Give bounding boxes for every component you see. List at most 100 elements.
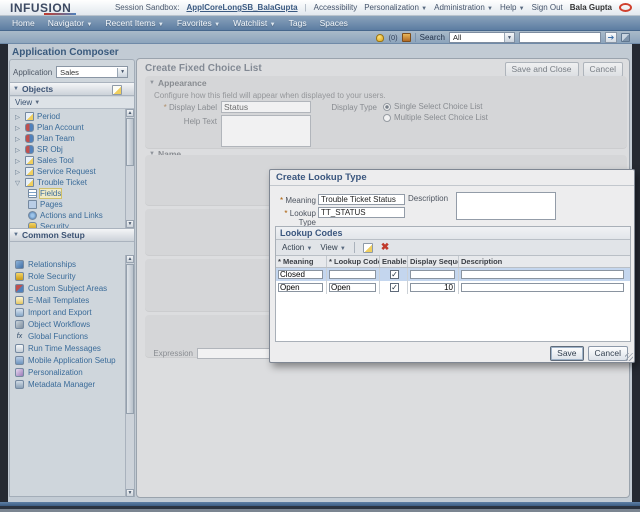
objects-section-header[interactable]: ▼ Objects: [10, 82, 134, 96]
column-header-display-sequence[interactable]: Display Sequence: [408, 256, 459, 267]
meaning-cell-input[interactable]: [278, 270, 323, 279]
action-menu[interactable]: Action ▼: [282, 243, 312, 252]
save-button[interactable]: Save: [550, 346, 583, 361]
scroll-down-icon[interactable]: ▼: [126, 220, 134, 228]
tree-item-plan-account[interactable]: ▷Plan Account: [10, 122, 122, 133]
calendar-icon[interactable]: [402, 33, 411, 42]
display-sequence-cell-input[interactable]: [410, 283, 455, 292]
lookup-code-cell-input[interactable]: [329, 283, 376, 292]
tree-item-plan-team[interactable]: ▷Plan Team: [10, 133, 122, 144]
radio-multiple-select[interactable]: Multiple Select Choice List: [383, 113, 488, 122]
description-cell-input[interactable]: [461, 270, 624, 279]
cancel-button[interactable]: Cancel: [583, 62, 623, 77]
sidebar-item-object-workflows[interactable]: Object Workflows: [10, 319, 122, 330]
help-menu[interactable]: Help ▼: [500, 3, 525, 12]
column-header-lookup-code[interactable]: * Lookup Code: [327, 256, 380, 267]
nav-favorites[interactable]: Favorites ▼: [177, 18, 220, 28]
sidebar-item-personalization[interactable]: Personalization: [10, 367, 122, 378]
tree-item-sr-obj[interactable]: ▷SR Obj: [10, 144, 122, 155]
collapse-icon[interactable]: ▽: [15, 179, 22, 187]
tree-item-fields[interactable]: Fields: [10, 188, 122, 199]
view-menu[interactable]: View ▼: [320, 243, 345, 252]
resize-grip-icon[interactable]: [625, 353, 633, 361]
tree-item-actions-and-links[interactable]: Actions and Links: [10, 210, 122, 221]
meaning-cell-input[interactable]: [278, 283, 323, 292]
nav-watchlist[interactable]: Watchlist ▼: [233, 18, 276, 28]
scroll-up-icon[interactable]: ▲: [126, 109, 134, 117]
display-sequence-cell-input[interactable]: [410, 270, 455, 279]
tree-item-period[interactable]: ▷Period: [10, 111, 122, 122]
expand-icon[interactable]: ▷: [15, 135, 22, 143]
table-row-closed[interactable]: ✓: [276, 268, 630, 281]
delete-row-icon[interactable]: ✖: [381, 243, 389, 253]
sidebar-item-import-export[interactable]: Import and Export: [10, 307, 122, 318]
radio-single-select[interactable]: Single Select Choice List: [383, 102, 483, 111]
nav-navigator[interactable]: Navigator ▼: [48, 18, 93, 28]
sidebar-item-global-functions[interactable]: fxGlobal Functions: [10, 331, 122, 342]
lookup-type-input[interactable]: [318, 207, 405, 218]
sidebar-item-metadata-manager[interactable]: Metadata Manager: [10, 379, 122, 390]
tree-scrollbar[interactable]: ▲ ▼: [125, 109, 134, 228]
sidebar-item-run-time-messages[interactable]: Run Time Messages: [10, 343, 122, 354]
search-input[interactable]: [519, 32, 601, 43]
appearance-section-header[interactable]: ▼ Appearance: [149, 78, 207, 88]
tree-item-trouble-ticket[interactable]: ▽Trouble Ticket: [10, 177, 122, 188]
sidebar-item-custom-subject-areas[interactable]: Custom Subject Areas: [10, 283, 122, 294]
expand-icon[interactable]: ▷: [15, 168, 22, 176]
enabled-checkbox-checked[interactable]: ✓: [390, 270, 399, 279]
column-header-meaning[interactable]: * Meaning: [276, 256, 327, 267]
lookup-code-cell-input[interactable]: [329, 270, 376, 279]
notifications-bell-icon[interactable]: [376, 34, 384, 42]
personalization-menu[interactable]: Personalization ▼: [364, 3, 427, 12]
table-row-open[interactable]: ✓: [276, 281, 630, 294]
save-and-close-button[interactable]: Save and Close: [505, 62, 579, 77]
tree-view-menu[interactable]: View ▼: [10, 97, 134, 109]
column-header-description[interactable]: Description: [459, 256, 630, 267]
tree-item-sales-tool[interactable]: ▷Sales Tool: [10, 155, 122, 166]
administration-menu[interactable]: Administration ▼: [434, 3, 493, 12]
collapse-icon[interactable]: ▼: [13, 86, 19, 92]
accessibility-link[interactable]: Accessibility: [314, 3, 358, 12]
tree-item-security[interactable]: Security: [10, 221, 122, 228]
nav-recent-items[interactable]: Recent Items ▼: [105, 18, 163, 28]
collapse-icon[interactable]: ▼: [149, 80, 155, 86]
advanced-search-icon[interactable]: [621, 33, 630, 42]
expand-icon[interactable]: ▷: [15, 113, 22, 121]
session-sandbox-link[interactable]: ApplCoreLongSB_BalaGupta: [186, 3, 297, 12]
scrollbar-thumb[interactable]: [126, 264, 134, 414]
common-setup-section-header[interactable]: ▼ Common Setup: [10, 228, 134, 242]
search-scope-select[interactable]: All ▼: [449, 32, 515, 43]
nav-tags[interactable]: Tags: [289, 18, 307, 28]
chevron-down-icon[interactable]: ▼: [117, 68, 127, 77]
expand-icon[interactable]: ▷: [15, 157, 22, 165]
chevron-down-icon[interactable]: ▼: [504, 33, 514, 42]
tree-item-service-request[interactable]: ▷Service Request: [10, 166, 122, 177]
nav-spaces[interactable]: Spaces: [320, 18, 348, 28]
search-go-button[interactable]: ➔: [605, 32, 617, 43]
scrollbar-thumb[interactable]: [126, 118, 134, 166]
cancel-button[interactable]: Cancel: [588, 346, 628, 361]
new-object-icon[interactable]: [112, 85, 122, 95]
meaning-input[interactable]: [318, 194, 405, 205]
description-textarea[interactable]: [456, 192, 556, 220]
column-header-enabled[interactable]: Enabled: [380, 256, 408, 267]
description-cell-input[interactable]: [461, 283, 624, 292]
scroll-up-icon[interactable]: ▲: [126, 255, 134, 263]
nav-home[interactable]: Home: [12, 18, 35, 28]
common-setup-scrollbar[interactable]: ▲ ▼: [125, 255, 134, 497]
sidebar-item-email-templates[interactable]: E-Mail Templates: [10, 295, 122, 306]
add-row-icon[interactable]: [363, 243, 373, 253]
sidebar-item-role-security[interactable]: Role Security: [10, 271, 122, 282]
application-select[interactable]: Sales ▼: [56, 66, 128, 78]
sidebar-item-relationships[interactable]: Relationships: [10, 259, 122, 270]
sidebar-item-mobile-application-setup[interactable]: Mobile Application Setup: [10, 355, 122, 366]
tree-item-pages[interactable]: Pages: [10, 199, 122, 210]
sign-out-link[interactable]: Sign Out: [532, 3, 563, 12]
expand-icon[interactable]: ▷: [15, 146, 22, 154]
expand-icon[interactable]: ▷: [15, 124, 22, 132]
scroll-down-icon[interactable]: ▼: [126, 489, 134, 497]
enabled-checkbox-checked[interactable]: ✓: [390, 283, 399, 292]
display-label-input[interactable]: [221, 101, 311, 113]
help-text-textarea[interactable]: [221, 115, 311, 147]
collapse-icon[interactable]: ▼: [13, 232, 19, 238]
